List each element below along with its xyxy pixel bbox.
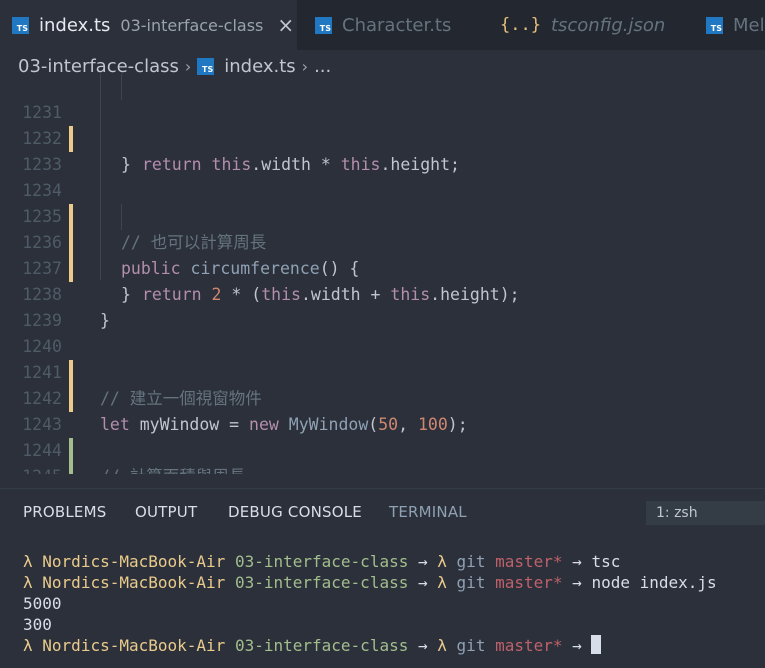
tab-mel[interactable]: TS Mel bbox=[706, 0, 765, 50]
chevron-right-icon: › bbox=[301, 56, 309, 76]
code-line: 1245 console.log(myWindow.circumference(… bbox=[0, 438, 765, 474]
code-line: 1240 // 建立一個視窗物件 bbox=[0, 308, 765, 408]
editor-tab-bar: TS index.ts 03-interface-class × TS Char… bbox=[0, 0, 765, 50]
code-line: 1236 return 2 * (this.width + this.heigh… bbox=[0, 204, 765, 304]
code-line: 1232 } bbox=[0, 100, 765, 174]
code-line: 1242 bbox=[0, 360, 765, 408]
tab-tsconfig-json[interactable]: {..} tsconfig.json bbox=[500, 0, 665, 50]
tab-label: Character.ts bbox=[342, 14, 452, 36]
terminal-cursor bbox=[591, 635, 602, 654]
bottom-panel: PROBLEMS OUTPUT DEBUG CONSOLE TERMINAL 1… bbox=[0, 488, 765, 668]
tab-index-ts[interactable]: TS index.ts 03-interface-class × bbox=[0, 0, 297, 50]
terminal-line: λ Nordics-MacBook-Air 03-interface-class… bbox=[23, 552, 621, 571]
typescript-file-icon: TS bbox=[315, 16, 332, 34]
tab-label: index.ts bbox=[39, 14, 111, 36]
code-line: 1235 public circumference() { bbox=[0, 178, 765, 278]
code-line: 1243 // 計算面積與周長 bbox=[0, 386, 765, 474]
json-file-icon: {..} bbox=[500, 15, 541, 35]
typescript-file-icon: TS bbox=[197, 57, 215, 75]
tab-terminal[interactable]: TERMINAL bbox=[389, 503, 467, 521]
tab-label: Mel bbox=[733, 14, 765, 36]
terminal-output: 5000 bbox=[23, 594, 62, 613]
tab-output[interactable]: OUTPUT bbox=[135, 503, 197, 521]
code-editor[interactable]: 1231 return this.width * this.height; 12… bbox=[0, 74, 765, 474]
typescript-file-icon: TS bbox=[12, 16, 29, 34]
tab-label: tsconfig.json bbox=[550, 14, 666, 36]
code-line: 1241 let myWindow = new MyWindow(50, 100… bbox=[0, 334, 765, 434]
code-comment: // 計算面積與周長 bbox=[100, 464, 245, 474]
tab-character-ts[interactable]: TS Character.ts bbox=[315, 0, 451, 50]
code-line: 1237 } bbox=[0, 230, 765, 304]
line-number: 1245 bbox=[0, 464, 62, 474]
terminal-line: λ Nordics-MacBook-Air 03-interface-class… bbox=[23, 573, 717, 592]
close-tab-icon[interactable]: × bbox=[277, 13, 294, 37]
code-line: 1233 bbox=[0, 126, 765, 174]
code-line: 1238 } bbox=[0, 256, 765, 330]
typescript-file-icon: TS bbox=[706, 16, 723, 34]
terminal-output: 300 bbox=[23, 615, 52, 634]
code-line: 1244 console.log(myWindow.area()); bbox=[0, 412, 765, 474]
tab-debug-console[interactable]: DEBUG CONSOLE bbox=[228, 503, 362, 521]
terminal-prompt[interactable]: λ Nordics-MacBook-Air 03-interface-class… bbox=[23, 635, 602, 656]
tab-subtitle: 03-interface-class bbox=[120, 15, 264, 35]
tab-problems[interactable]: PROBLEMS bbox=[23, 503, 106, 521]
code-line: 1234 // 也可以計算周長 bbox=[0, 152, 765, 252]
code-line: 1239 bbox=[0, 282, 765, 330]
chevron-right-icon: › bbox=[184, 56, 192, 76]
terminal-selector[interactable]: 1: zsh bbox=[646, 501, 765, 525]
gutter-added-marker bbox=[69, 464, 73, 474]
code-line: 1231 return this.width * this.height; bbox=[0, 74, 765, 174]
